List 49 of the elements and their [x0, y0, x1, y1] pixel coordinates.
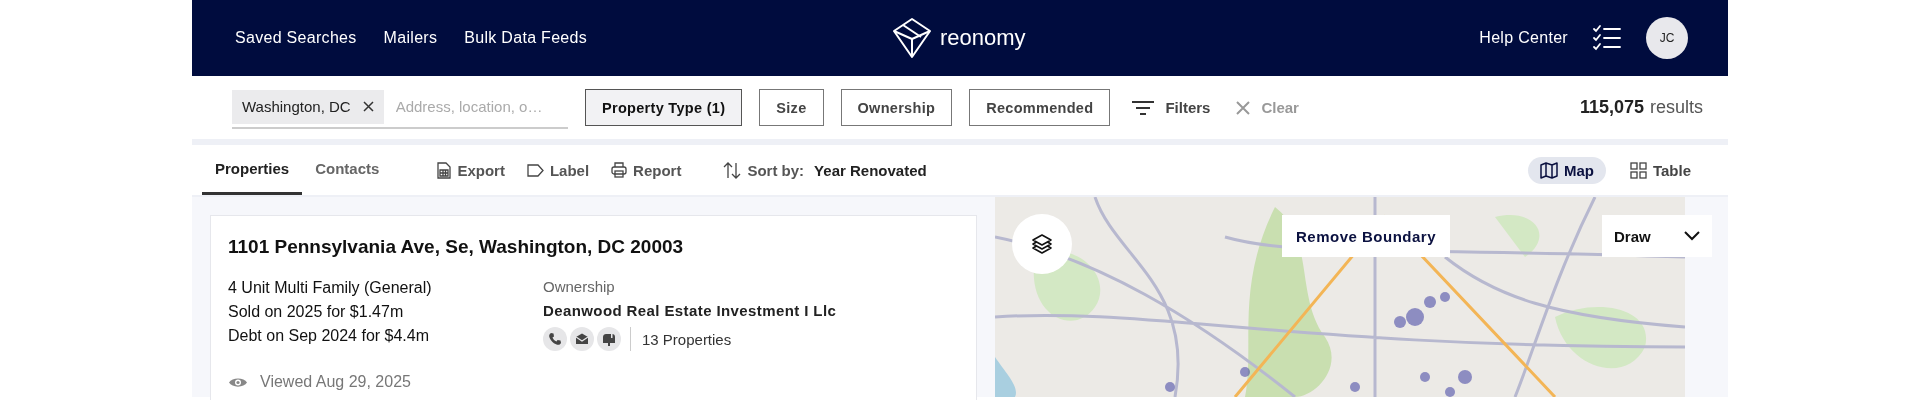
toolbar-button[interactable]: Report	[611, 161, 682, 179]
avatar[interactable]: JC	[1646, 17, 1688, 59]
logo-wordmark[interactable]: reonomy	[940, 25, 1026, 51]
eye-icon	[228, 375, 248, 389]
owner-name[interactable]: Deanwood Real Estate Investment I Llc	[543, 298, 837, 324]
phone-icon[interactable]	[543, 327, 567, 351]
view-toggle[interactable]: Map	[1527, 156, 1606, 184]
viewed-date: Viewed Aug 29, 2025	[260, 373, 411, 391]
sort-arrows-icon	[723, 161, 742, 179]
property-detail: Sold on 2025 for $1.47m	[228, 302, 405, 322]
mailbox-icon[interactable]	[597, 327, 621, 351]
nav-link[interactable]: Bulk Data Feeds	[464, 29, 588, 47]
grid-icon	[1629, 161, 1647, 179]
results-label: results	[1650, 97, 1703, 118]
checklist-icon[interactable]	[1592, 24, 1622, 52]
view-toggle[interactable]: Table	[1617, 156, 1703, 184]
remove-boundary-button[interactable]: Remove Boundary	[1282, 215, 1451, 257]
help-center-link[interactable]: Help Center	[1479, 29, 1568, 47]
filter-button[interactable]: Ownership	[840, 89, 953, 126]
chip-label: Washington, DC	[242, 98, 351, 115]
result-count: 115,075	[1579, 97, 1644, 118]
spreadsheet-file-icon	[437, 161, 452, 179]
property-detail: 4 Unit Multi Family (General)	[228, 278, 433, 298]
envelope-icon[interactable]	[570, 327, 594, 351]
filter-button[interactable]: Size	[759, 89, 824, 126]
close-icon[interactable]	[362, 101, 374, 112]
filter-button[interactable]: Recommended	[969, 89, 1111, 126]
nav-link[interactable]: Mailers	[383, 29, 438, 47]
cube-logo-icon	[892, 17, 932, 59]
filter-button[interactable]: Property Type (1)	[585, 89, 743, 126]
tab[interactable]: Contacts	[302, 145, 393, 195]
draw-dropdown[interactable]: Draw	[1602, 215, 1712, 257]
printer-icon	[611, 162, 628, 178]
properties-count-link[interactable]: 13 Properties	[642, 330, 732, 348]
toolbar-button[interactable]: Label	[526, 161, 590, 179]
property-card[interactable]	[210, 215, 977, 400]
tag-icon	[526, 163, 544, 177]
property-address: 1101 Pennsylvania Ave, Se, Washington, DC 20003	[228, 236, 685, 258]
ownership-label: Ownership	[543, 277, 616, 297]
close-icon	[1235, 99, 1252, 116]
filters-button[interactable]: Filters	[1127, 98, 1215, 117]
map-icon	[1539, 161, 1558, 179]
property-detail: Debt on Sep 2024 for $4.4m	[228, 326, 431, 346]
sort-button[interactable]: Sort by: Year Renovated	[723, 161, 927, 179]
layers-icon	[1030, 232, 1054, 256]
filter-icon	[1131, 98, 1156, 117]
chevron-down-icon	[1684, 231, 1700, 241]
nav-link[interactable]: Saved Searches	[235, 29, 357, 47]
toolbar-button[interactable]: Export	[437, 161, 505, 179]
